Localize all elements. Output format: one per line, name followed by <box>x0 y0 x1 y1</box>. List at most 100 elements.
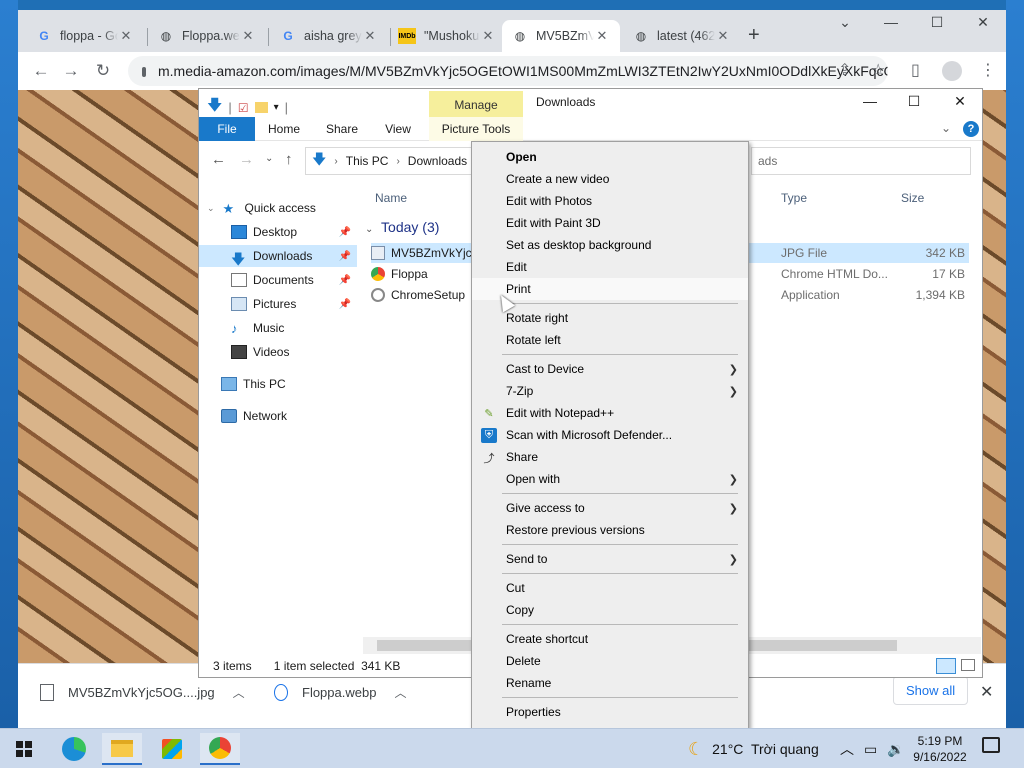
menu-item-send-to[interactable]: Send to ❯ <box>472 548 748 570</box>
menu-item-cut[interactable]: Cut <box>472 577 748 599</box>
breadcrumb-downloads[interactable]: Downloads <box>408 154 467 168</box>
menu-item-create-shortcut[interactable]: Create shortcut <box>472 628 748 650</box>
menu-item-rename[interactable]: Rename <box>472 672 748 694</box>
column-name[interactable]: Name <box>375 191 407 205</box>
menu-item-restore-previous-versions[interactable]: Restore previous versions <box>472 519 748 541</box>
forward-button[interactable]: → <box>60 61 82 81</box>
weather-widget[interactable]: ☾ 21°C Trời quang <box>688 729 819 768</box>
store-taskbar-icon[interactable] <box>152 733 192 765</box>
sidebar-item-quick-access[interactable]: ⌄ ★ Quick access <box>199 197 357 219</box>
maximize-button[interactable]: ☐ <box>914 14 960 31</box>
menu-item-edit-with-notepad[interactable]: ✎ Edit with Notepad++ <box>472 402 748 424</box>
manage-context-tab[interactable]: Manage <box>429 91 523 119</box>
sidebar-item-desktop[interactable]: Desktop 📌 <box>199 221 357 243</box>
group-header[interactable]: ⌄ Today (3) <box>365 219 439 235</box>
side-panel-icon[interactable]: ▯ <box>911 60 920 80</box>
column-size[interactable]: Size <box>901 191 924 205</box>
tab-search-icon[interactable]: ⌄ <box>822 14 868 31</box>
sidebar-item-pictures[interactable]: Pictures 📌 <box>199 293 357 315</box>
clock[interactable]: 5:19 PM 9/16/2022 <box>905 733 975 765</box>
chevron-up-icon[interactable]: ︿ <box>233 684 245 701</box>
menu-item-rotate-left[interactable]: Rotate left <box>472 329 748 351</box>
back-button[interactable]: ← <box>30 61 52 81</box>
profile-avatar[interactable] <box>942 61 962 81</box>
close-icon[interactable]: ✕ <box>594 28 610 44</box>
menu-item-set-as-desktop-background[interactable]: Set as desktop background <box>472 234 748 256</box>
explorer-taskbar-icon[interactable] <box>102 733 142 765</box>
large-icons-view-icon[interactable] <box>961 659 975 671</box>
network-status-icon[interactable]: ▭ <box>864 741 877 758</box>
close-icon[interactable]: ✕ <box>980 682 993 702</box>
tab-picture-tools[interactable]: Picture Tools <box>429 117 523 141</box>
menu-item-open[interactable]: Open <box>472 146 748 168</box>
help-icon[interactable]: ? <box>963 121 979 137</box>
pin-icon[interactable]: 📌 <box>339 275 351 286</box>
sidebar-item-documents[interactable]: Documents 📌 <box>199 269 357 291</box>
menu-item-edit[interactable]: Edit <box>472 256 748 278</box>
menu-item-cast-to-device[interactable]: Cast to Device ❯ <box>472 358 748 380</box>
breadcrumb-this-pc[interactable]: This PC <box>346 154 389 168</box>
reload-button[interactable]: ↻ <box>92 61 114 81</box>
tab-file[interactable]: File <box>199 117 255 141</box>
menu-item-7-zip[interactable]: 7-Zip ❯ <box>472 380 748 402</box>
details-view-icon[interactable] <box>936 658 956 674</box>
pin-icon[interactable]: 📌 <box>339 227 351 238</box>
properties-icon[interactable]: ☑ <box>238 101 249 115</box>
new-tab-button[interactable]: + <box>748 24 760 47</box>
forward-arrow-icon[interactable]: → <box>239 151 254 168</box>
download-item-2[interactable]: Floppa.webp ︿ <box>274 684 406 701</box>
close-icon[interactable]: ✕ <box>362 28 378 44</box>
expand-ribbon-icon[interactable]: ⌄ <box>941 121 951 135</box>
chrome-taskbar-icon[interactable] <box>200 733 240 765</box>
notifications-icon[interactable] <box>982 737 1000 753</box>
column-type[interactable]: Type <box>781 191 807 205</box>
close-icon[interactable]: ✕ <box>240 28 256 44</box>
close-icon[interactable]: ✕ <box>118 28 134 44</box>
menu-item-rotate-right[interactable]: Rotate right <box>472 307 748 329</box>
menu-item-properties[interactable]: Properties <box>472 701 748 723</box>
close-icon[interactable]: ✕ <box>715 28 731 44</box>
chevron-up-icon[interactable]: ︿ <box>840 739 854 759</box>
menu-item-edit-with-paint-3d[interactable]: Edit with Paint 3D <box>472 212 748 234</box>
tab-6[interactable]: ◍ latest (462× ✕ <box>623 20 741 52</box>
menu-item-open-with[interactable]: Open with ❯ <box>472 468 748 490</box>
tab-share[interactable]: Share <box>317 117 367 141</box>
show-all-button[interactable]: Show all <box>893 676 969 705</box>
minimize-button[interactable]: — <box>847 93 893 109</box>
tab-3[interactable]: G aisha grey ✕ <box>270 20 388 52</box>
search-input[interactable]: ads <box>751 147 971 175</box>
menu-item-give-access-to[interactable]: Give access to ❯ <box>472 497 748 519</box>
close-window-button[interactable]: ✕ <box>960 14 1006 31</box>
sidebar-item-music[interactable]: ♪ Music <box>199 317 357 339</box>
tab-4[interactable]: IMDb "Mushoku Tensei" ✕ <box>388 20 506 52</box>
menu-item-delete[interactable]: Delete <box>472 650 748 672</box>
menu-item-create-a-new-video[interactable]: Create a new video <box>472 168 748 190</box>
bookmark-star-icon[interactable]: ☆ <box>871 60 885 80</box>
menu-item-scan-with-microsoft-defender[interactable]: ⛨ Scan with Microsoft Defender... <box>472 424 748 446</box>
close-icon[interactable]: ✕ <box>480 28 496 44</box>
maximize-button[interactable]: ☐ <box>891 93 937 110</box>
chevron-up-icon[interactable]: ︿ <box>394 684 406 701</box>
sidebar-item-videos[interactable]: Videos <box>199 341 357 363</box>
tab-home[interactable]: Home <box>259 117 309 141</box>
download-item-1[interactable]: MV5BZmVkYjc5OG....jpg ︿ <box>40 684 245 701</box>
tab-2[interactable]: ◍ Floppa.webp ✕ <box>148 20 266 52</box>
pin-icon[interactable]: 📌 <box>339 299 351 310</box>
recent-locations-icon[interactable]: ⌄ <box>265 153 273 164</box>
pin-icon[interactable]: 📌 <box>339 251 351 262</box>
minimize-button[interactable]: — <box>868 14 914 30</box>
sidebar-item-network[interactable]: Network <box>199 405 357 427</box>
menu-item-edit-with-photos[interactable]: Edit with Photos <box>472 190 748 212</box>
tab-view[interactable]: View <box>373 117 423 141</box>
volume-icon[interactable]: 🔉 <box>887 741 904 758</box>
sidebar-item-downloads[interactable]: 🡇 Downloads 📌 <box>199 245 357 267</box>
menu-item-print[interactable]: Print <box>472 278 748 300</box>
back-arrow-icon[interactable]: ← <box>211 151 226 168</box>
menu-item-share[interactable]: ⤴ Share <box>472 446 748 468</box>
close-window-button[interactable]: ✕ <box>937 93 983 110</box>
address-bar[interactable]: m.media-amazon.com/images/M/MV5BZmVkYjc5… <box>128 56 888 86</box>
start-button[interactable] <box>4 733 44 765</box>
menu-kebab-icon[interactable]: ⋮ <box>980 60 996 80</box>
chevron-down-icon[interactable]: ▾ <box>274 102 279 113</box>
share-page-icon[interactable]: ⇪ <box>838 60 851 80</box>
